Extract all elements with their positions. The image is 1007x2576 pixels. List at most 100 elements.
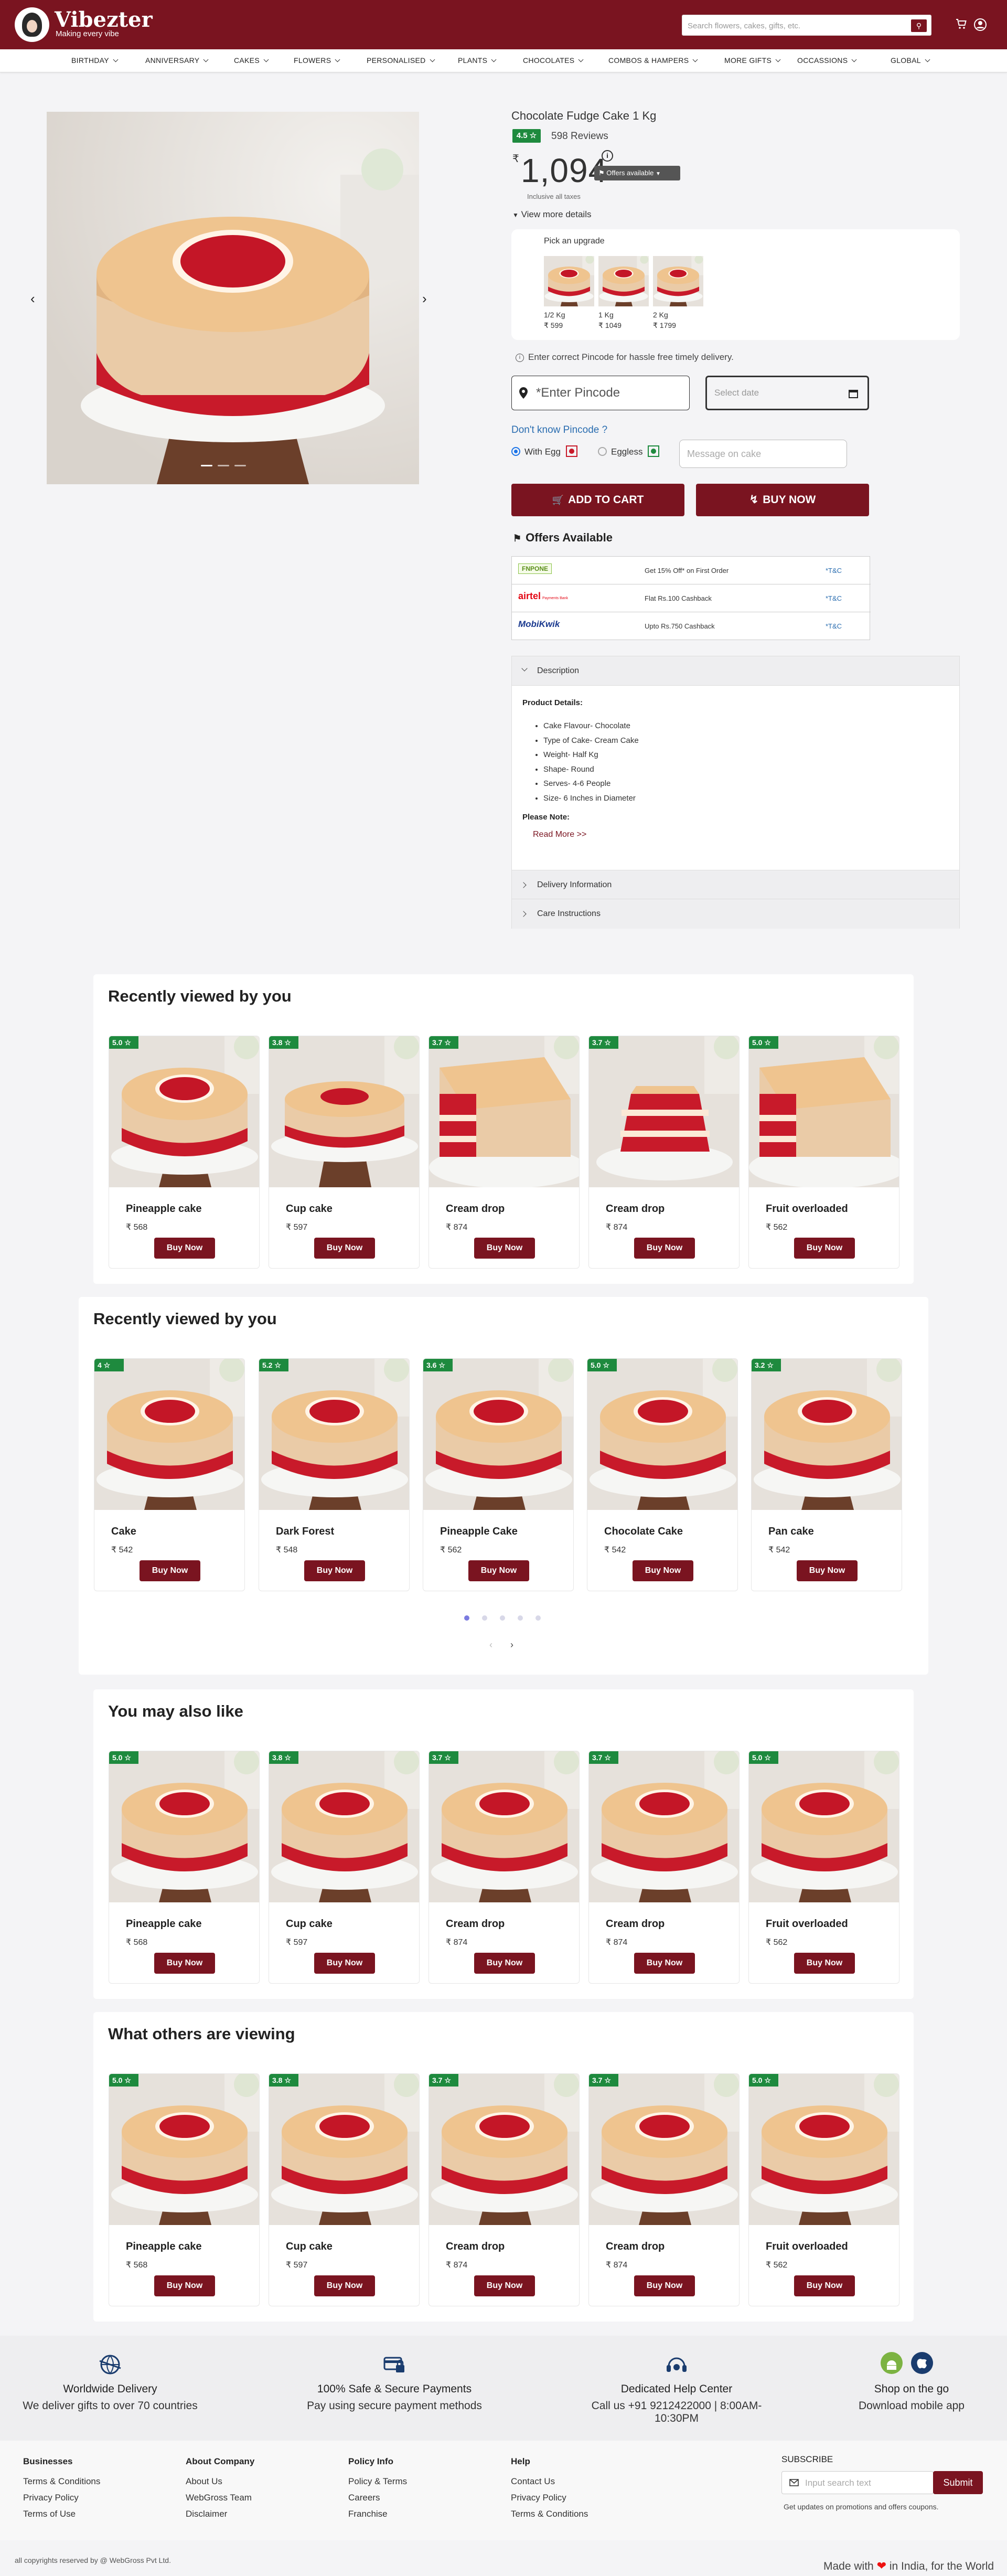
buy-now-button[interactable]: Buy Now <box>474 1953 535 1974</box>
product-card-image[interactable] <box>589 1751 739 1902</box>
brand-name[interactable]: Vibezter <box>55 7 153 32</box>
prev-image-arrow[interactable]: ‹ <box>30 291 35 307</box>
upgrade-option[interactable]: 1/2 Kg ₹ 599 <box>544 256 594 330</box>
upgrade-option[interactable]: 2 Kg ₹ 1799 <box>653 256 703 330</box>
footer-link[interactable]: Disclaimer <box>186 2506 254 2522</box>
buy-now-button[interactable]: Buy Now <box>474 2275 535 2296</box>
nav-item-personalised[interactable]: PERSONALISED <box>367 56 435 65</box>
delivery-info-tab[interactable]: Delivery Information <box>512 870 959 899</box>
product-card[interactable]: 3.7 ☆ Cream drop ₹ 874 Buy Now <box>588 1751 740 1984</box>
apple-icon[interactable] <box>910 2351 934 2375</box>
carousel-dot[interactable] <box>518 1615 523 1621</box>
offer-tc-link[interactable]: *T&C <box>826 622 842 630</box>
buy-now-button[interactable]: Buy Now <box>474 1238 535 1259</box>
product-card[interactable]: 5.0 ☆ Pineapple cake ₹ 568 Buy Now <box>109 1036 260 1269</box>
footer-link[interactable]: Policy & Terms <box>348 2473 407 2489</box>
subscribe-input[interactable] <box>805 2476 926 2490</box>
nav-item-combos-hampers[interactable]: COMBOS & HAMPERS <box>608 56 698 65</box>
offer-tc-link[interactable]: *T&C <box>826 594 842 602</box>
message-on-cake-input[interactable] <box>687 446 839 461</box>
product-card-image[interactable] <box>94 1359 244 1510</box>
product-card[interactable]: 5.0 ☆ Pineapple cake ₹ 568 Buy Now <box>109 2073 260 2306</box>
carousel-dot[interactable] <box>482 1615 487 1621</box>
buy-now-button[interactable]: Buy Now <box>634 2275 695 2296</box>
image-dot[interactable] <box>201 465 212 466</box>
offer-tc-link[interactable]: *T&C <box>826 567 842 574</box>
product-card[interactable]: 5.2 ☆ Dark Forest ₹ 548 Buy Now <box>259 1358 410 1591</box>
product-name[interactable]: Fruit overloaded <box>766 1203 848 1215</box>
carousel-dot[interactable] <box>535 1615 541 1621</box>
product-card-image[interactable] <box>269 1036 419 1187</box>
product-card[interactable]: 5.0 ☆ Fruit overloaded ₹ 562 Buy Now <box>748 1036 899 1269</box>
radio-selected[interactable] <box>511 446 520 456</box>
buy-now-button[interactable]: Buy Now <box>154 2275 215 2296</box>
nav-item-occassions[interactable]: OCCASSIONS <box>797 56 857 65</box>
product-name[interactable]: Pineapple cake <box>126 1203 202 1215</box>
nav-item-plants[interactable]: PLANTS <box>458 56 497 65</box>
carousel-dot[interactable] <box>500 1615 505 1621</box>
android-icon[interactable] <box>880 2351 903 2375</box>
description-tab[interactable]: Description <box>512 656 959 686</box>
date-picker[interactable]: Select date <box>705 376 869 410</box>
nav-item-birthday[interactable]: BIRTHDAY <box>71 56 119 65</box>
buy-now-button[interactable]: Buy Now <box>633 1560 693 1581</box>
product-name[interactable]: Cup cake <box>286 1203 333 1215</box>
product-card-image[interactable] <box>429 1751 579 1902</box>
product-card-image[interactable] <box>259 1359 409 1510</box>
product-card-image[interactable] <box>109 1036 259 1187</box>
footer-link[interactable]: Careers <box>348 2489 407 2506</box>
eggless-option[interactable]: Eggless <box>598 445 660 458</box>
footer-link[interactable]: WebGross Team <box>186 2489 254 2506</box>
info-icon[interactable]: i <box>602 150 613 162</box>
footer-link[interactable]: About Us <box>186 2473 254 2489</box>
view-more-details[interactable]: ▼ View more details <box>512 209 591 220</box>
product-name[interactable]: Chocolate Cake <box>604 1526 683 1538</box>
product-card[interactable]: 3.7 ☆ Cream drop ₹ 874 Buy Now <box>588 2073 740 2306</box>
product-name[interactable]: Cream drop <box>446 1203 505 1215</box>
product-card-image[interactable] <box>749 1751 899 1902</box>
footer-link[interactable]: Franchise <box>348 2506 407 2522</box>
product-card[interactable]: 5.0 ☆ Pineapple cake ₹ 568 Buy Now <box>109 1751 260 1984</box>
product-card-image[interactable] <box>587 1359 737 1510</box>
footer-link[interactable]: Privacy Policy <box>511 2489 588 2506</box>
product-name[interactable]: Fruit overloaded <box>766 2241 848 2253</box>
next-image-arrow[interactable]: › <box>422 291 427 307</box>
upgrade-option[interactable]: 1 Kg ₹ 1049 <box>598 256 649 330</box>
product-name[interactable]: Pineapple cake <box>126 1918 202 1930</box>
buy-now-button[interactable]: Buy Now <box>314 1953 375 1974</box>
carousel-next[interactable]: › <box>510 1640 513 1651</box>
dont-know-pincode-link[interactable]: Don't know Pincode ? <box>511 424 607 436</box>
product-card[interactable]: 3.7 ☆ Cream drop ₹ 874 Buy Now <box>428 1036 580 1269</box>
product-card[interactable]: 3.7 ☆ Cream drop ₹ 874 Buy Now <box>428 1751 580 1984</box>
cart-icon[interactable] <box>955 18 968 31</box>
image-dot[interactable] <box>234 465 246 466</box>
product-name[interactable]: Fruit overloaded <box>766 1918 848 1930</box>
buy-now-button[interactable]: Buy Now <box>314 1238 375 1259</box>
product-name[interactable]: Cream drop <box>446 1918 505 1930</box>
buy-now-button[interactable]: Buy Now <box>634 1238 695 1259</box>
carousel-prev[interactable]: ‹ <box>489 1640 492 1651</box>
product-name[interactable]: Pan cake <box>768 1526 814 1538</box>
footer-link[interactable]: Terms & Conditions <box>23 2473 100 2489</box>
footer-link[interactable]: Terms of Use <box>23 2506 100 2522</box>
pincode-input[interactable] <box>536 384 683 402</box>
product-card-image[interactable] <box>589 2074 739 2225</box>
product-card-image[interactable] <box>109 2074 259 2225</box>
buy-now-button[interactable]: Buy Now <box>304 1560 365 1581</box>
buy-now-button[interactable]: Buy Now <box>314 2275 375 2296</box>
footer-link[interactable]: Contact Us <box>511 2473 588 2489</box>
product-card[interactable]: 3.8 ☆ Cup cake ₹ 597 Buy Now <box>269 1751 420 1984</box>
radio-unselected[interactable] <box>598 446 607 456</box>
buy-now-button[interactable]: Buy Now <box>634 1953 695 1974</box>
search-input[interactable] <box>688 18 897 33</box>
carousel-dot[interactable] <box>464 1615 469 1621</box>
product-card[interactable]: 3.2 ☆ Pan cake ₹ 542 Buy Now <box>751 1358 902 1591</box>
logo-icon[interactable] <box>15 7 49 42</box>
product-name[interactable]: Cream drop <box>606 1203 665 1215</box>
product-name[interactable]: Cream drop <box>606 1918 665 1930</box>
buy-now-button[interactable]: Buy Now <box>794 2275 855 2296</box>
buy-now-button[interactable]: Buy Now <box>140 1560 200 1581</box>
product-card-image[interactable] <box>269 1751 419 1902</box>
buy-now-button[interactable]: Buy Now <box>794 1238 855 1259</box>
reviews-count[interactable]: 598 Reviews <box>551 131 608 142</box>
